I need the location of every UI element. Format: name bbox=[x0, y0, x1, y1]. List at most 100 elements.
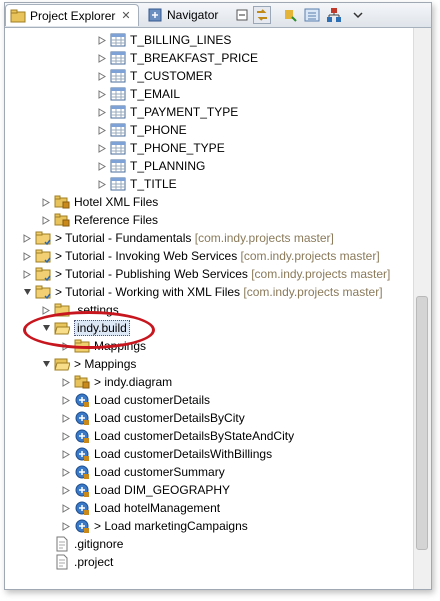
tree-item-hotel-xml-files[interactable]: Hotel XML Files bbox=[41, 193, 158, 211]
project-explorer-view: Project Explorer ✕ Navigator T_BILLING_L… bbox=[4, 2, 432, 590]
tree-item-project[interactable]: > Tutorial - Publishing Web Services [co… bbox=[22, 265, 390, 283]
tree-item-table[interactable]: T_PLANNING bbox=[97, 157, 205, 175]
tree-item-load[interactable]: Load customerDetailsWithBillings bbox=[61, 445, 272, 463]
tree-item-table[interactable]: T_EMAIL bbox=[97, 85, 180, 103]
collapsed-arrow-icon[interactable] bbox=[41, 215, 51, 225]
collapsed-arrow-icon[interactable] bbox=[61, 413, 71, 423]
load-name: Load customerDetailsWithBillings bbox=[94, 447, 273, 461]
collapsed-arrow-icon[interactable] bbox=[61, 521, 71, 531]
collapsed-arrow-icon[interactable] bbox=[97, 71, 107, 81]
collapsed-arrow-icon[interactable] bbox=[22, 233, 32, 243]
table-name: T_PHONE bbox=[130, 123, 187, 137]
tree-item-table[interactable]: T_PAYMENT_TYPE bbox=[97, 103, 238, 121]
table-icon bbox=[110, 158, 126, 174]
collapsed-arrow-icon[interactable] bbox=[97, 125, 107, 135]
collapsed-arrow-icon[interactable] bbox=[97, 89, 107, 99]
tree-item-settings[interactable]: .settings bbox=[41, 301, 119, 319]
collapsed-arrow-icon[interactable] bbox=[61, 485, 71, 495]
table-name: T_TITLE bbox=[130, 177, 177, 191]
tree-item-load[interactable]: Load customerDetailsByCity bbox=[61, 409, 245, 427]
table-icon bbox=[110, 122, 126, 138]
scrollbar-thumb[interactable] bbox=[416, 296, 428, 550]
collapsed-arrow-icon[interactable] bbox=[61, 449, 71, 459]
tree-item-load[interactable]: Load DIM_GEOGRAPHY bbox=[61, 481, 230, 499]
collapsed-arrow-icon[interactable] bbox=[41, 305, 51, 315]
mapping-load-icon bbox=[74, 428, 90, 444]
tree-item-label: .settings bbox=[74, 303, 119, 317]
collapsed-arrow-icon[interactable] bbox=[97, 143, 107, 153]
collapse-all-icon[interactable] bbox=[303, 6, 321, 24]
tab-navigator[interactable]: Navigator bbox=[143, 4, 235, 26]
settings-folder-icon bbox=[54, 302, 70, 318]
link-with-editor-icon[interactable] bbox=[253, 6, 271, 24]
tree-item-load[interactable]: Load customerDetails bbox=[61, 391, 210, 409]
tree-item-indy-build[interactable]: indy.build bbox=[41, 319, 130, 337]
tree-item-mappings[interactable]: > Mappings bbox=[41, 355, 136, 373]
tree-item-mappings-child[interactable]: Mappings bbox=[61, 337, 146, 355]
tree-item-indy-diagram[interactable]: > indy.diagram bbox=[61, 373, 172, 391]
tree-item-project-file[interactable]: .project bbox=[41, 553, 113, 571]
file-name: .gitignore bbox=[74, 537, 124, 551]
tree-item-project[interactable]: > Tutorial - Fundamentals [com.indy.proj… bbox=[22, 229, 334, 247]
table-icon bbox=[110, 32, 126, 48]
filter-icon[interactable] bbox=[281, 6, 299, 24]
collapsed-arrow-icon[interactable] bbox=[97, 53, 107, 63]
tree-item-table[interactable]: T_PHONE_TYPE bbox=[97, 139, 225, 157]
tree-item-load[interactable]: Load customerSummary bbox=[61, 463, 225, 481]
expanded-arrow-icon[interactable] bbox=[41, 359, 51, 369]
collapsed-arrow-icon[interactable] bbox=[61, 377, 71, 387]
collapsed-arrow-icon[interactable] bbox=[61, 503, 71, 513]
vertical-scrollbar[interactable] bbox=[413, 28, 431, 589]
tree-item-label: .project bbox=[74, 555, 113, 569]
mapping-load-icon bbox=[74, 410, 90, 426]
tree-item-label: Load customerDetailsWithBillings bbox=[94, 447, 272, 461]
collapsed-arrow-icon[interactable] bbox=[61, 431, 71, 441]
collapsed-arrow-icon[interactable] bbox=[61, 341, 71, 351]
tree-item-load[interactable]: Load hotelManagement bbox=[61, 499, 220, 517]
repo-decoration: [com.indy.projects master] bbox=[194, 231, 334, 245]
tree-item-label: > indy.diagram bbox=[94, 375, 172, 389]
tree-item-load[interactable]: Load customerDetailsByStateAndCity bbox=[61, 427, 294, 445]
table-name: T_PAYMENT_TYPE bbox=[130, 105, 239, 119]
tree-item-project[interactable]: > Tutorial - Working with XML Files [com… bbox=[22, 283, 383, 301]
view-menu-icon[interactable] bbox=[349, 6, 367, 24]
collapsed-arrow-icon[interactable] bbox=[22, 269, 32, 279]
collapsed-arrow-icon[interactable] bbox=[97, 107, 107, 117]
expanded-arrow-icon[interactable] bbox=[41, 323, 51, 333]
tree-item-load[interactable]: > Load marketingCampaigns bbox=[61, 517, 248, 535]
folder-name: Mappings bbox=[94, 339, 147, 353]
hierarchy-icon[interactable] bbox=[325, 6, 343, 24]
table-icon bbox=[110, 140, 126, 156]
folder-name: Hotel XML Files bbox=[74, 195, 159, 209]
close-icon[interactable]: ✕ bbox=[121, 9, 130, 22]
tree-item-gitignore[interactable]: .gitignore bbox=[41, 535, 123, 553]
tree-item-table[interactable]: T_BREAKFAST_PRICE bbox=[97, 49, 258, 67]
mapping-load-icon bbox=[74, 482, 90, 498]
mapping-load-icon bbox=[74, 518, 90, 534]
table-icon bbox=[110, 86, 126, 102]
minimize-icon[interactable] bbox=[233, 6, 251, 24]
tree-item-table[interactable]: T_BILLING_LINES bbox=[97, 31, 231, 49]
collapsed-arrow-icon[interactable] bbox=[97, 161, 107, 171]
collapsed-arrow-icon[interactable] bbox=[61, 395, 71, 405]
tab-project-explorer-label: Project Explorer bbox=[30, 8, 116, 23]
tree-item-table[interactable]: T_CUSTOMER bbox=[97, 67, 212, 85]
collapsed-arrow-icon[interactable] bbox=[22, 251, 32, 261]
collapsed-arrow-icon[interactable] bbox=[41, 197, 51, 207]
collapsed-arrow-icon[interactable] bbox=[97, 179, 107, 189]
tab-project-explorer[interactable]: Project Explorer ✕ bbox=[5, 4, 139, 26]
reference-folder-icon bbox=[54, 212, 70, 228]
load-name: Load customerDetailsByStateAndCity bbox=[94, 429, 295, 443]
expanded-arrow-icon[interactable] bbox=[22, 287, 32, 297]
tree-item-reference-files[interactable]: Reference Files bbox=[41, 211, 158, 229]
tree-item-label: Load customerDetails bbox=[94, 393, 210, 407]
project-icon bbox=[35, 266, 51, 282]
tree-item-label: T_BREAKFAST_PRICE bbox=[130, 51, 258, 65]
tree-item-project[interactable]: > Tutorial - Invoking Web Services [com.… bbox=[22, 247, 380, 265]
tree-item-label: T_CUSTOMER bbox=[130, 69, 212, 83]
tree-item-table[interactable]: T_TITLE bbox=[97, 175, 177, 193]
tree-item-label: Mappings bbox=[94, 339, 146, 353]
tree-item-table[interactable]: T_PHONE bbox=[97, 121, 187, 139]
collapsed-arrow-icon[interactable] bbox=[97, 35, 107, 45]
collapsed-arrow-icon[interactable] bbox=[61, 467, 71, 477]
